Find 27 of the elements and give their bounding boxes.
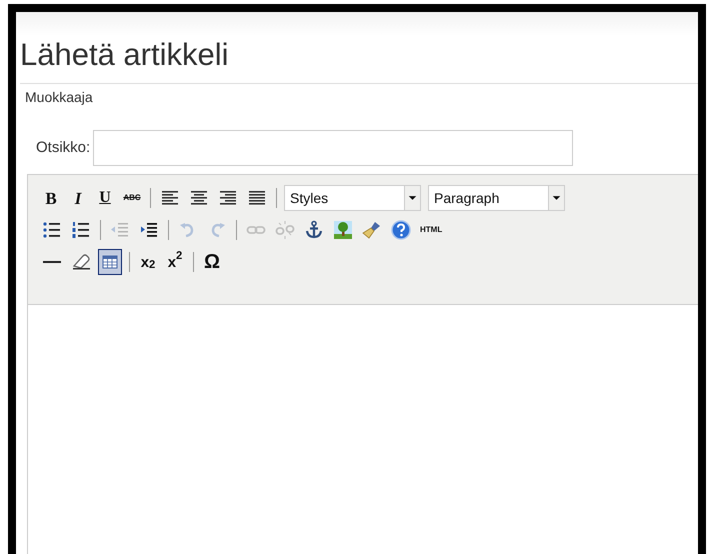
italic-button[interactable]: I — [67, 185, 89, 211]
anchor-icon — [304, 220, 324, 240]
broom-icon — [362, 220, 382, 240]
numbered-list-icon — [71, 220, 91, 240]
superscript-button[interactable]: x$^{2}$ — [164, 249, 186, 275]
horizontal-rule-icon — [42, 261, 62, 263]
bold-button[interactable]: B — [40, 185, 62, 211]
dropdown[interactable]: Paragraph — [428, 185, 565, 211]
underline-button[interactable]: U — [94, 185, 116, 211]
title-input[interactable] — [93, 130, 574, 166]
help-question-icon — [391, 220, 411, 240]
eraser-icon — [71, 252, 91, 272]
special-character-button[interactable]: Ω — [201, 249, 223, 275]
dropdown[interactable]: Styles — [284, 185, 421, 211]
indent-icon — [139, 220, 159, 240]
field-label: Otsikko: — [36, 138, 90, 158]
tree-picture-icon — [333, 220, 353, 240]
strikethrough-button[interactable]: ABC — [121, 185, 143, 211]
bullet-list-icon — [42, 220, 62, 240]
html-button[interactable]: HTML — [418, 217, 444, 243]
table-button[interactable] — [98, 249, 122, 275]
subscript-button[interactable]: x$_{2}$ — [137, 249, 159, 275]
broken-link-icon — [275, 220, 295, 240]
caret-icon[interactable] — [404, 186, 420, 210]
caret-icon[interactable] — [548, 186, 564, 210]
page-title: Lähetä artikkeli — [20, 36, 229, 74]
section-label: Muokkaaja — [25, 88, 93, 107]
